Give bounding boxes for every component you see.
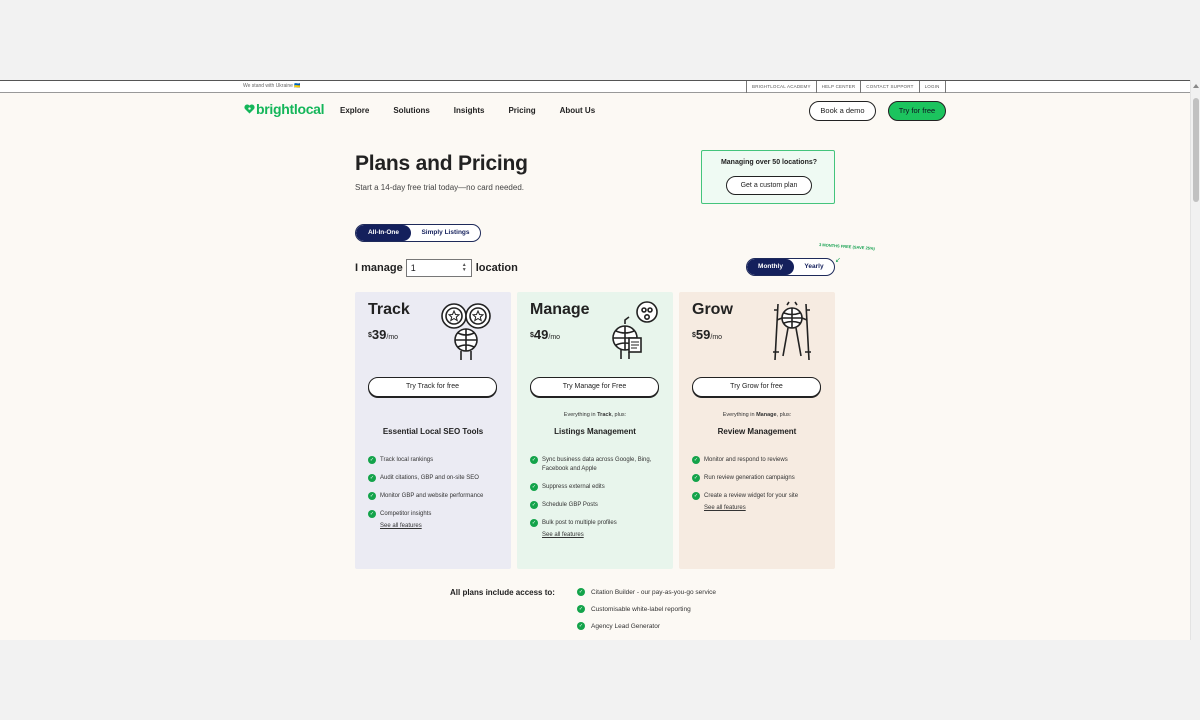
manage-label: I manage xyxy=(355,261,403,274)
feature-list: ✓ Sync business data across Google, Bing,… xyxy=(530,456,665,538)
academy-link[interactable]: BRIGHTLOCAL ACADEMY xyxy=(746,81,816,93)
list-item: ✓ Customisable white-label reporting xyxy=(577,605,691,613)
nav-item-about-us[interactable]: About Us xyxy=(560,106,596,115)
binoculars-character-icon xyxy=(437,300,499,362)
check-icon: ✓ xyxy=(530,456,538,464)
page-title: Plans and Pricing xyxy=(355,152,528,175)
check-icon: ✓ xyxy=(530,501,538,509)
plan-name: Manage xyxy=(530,301,590,318)
plan-heading: Review Management xyxy=(717,427,797,436)
ukraine-banner-text: We stand with Ukraine 🇺🇦 xyxy=(243,83,301,89)
browser-viewport: We stand with Ukraine 🇺🇦 BRIGHTLOCAL ACA… xyxy=(0,80,1200,640)
page-subtitle: Start a 14-day free trial today—no card … xyxy=(355,183,524,192)
book-demo-button[interactable]: Book a demo xyxy=(809,101,876,121)
list-item: ✓ Bulk post to multiple profiles xyxy=(530,519,617,527)
list-item: ✓ Run review generation campaigns xyxy=(692,474,795,482)
plan-card-manage: Manage $49/mo Try Manage for Free Everyt… xyxy=(517,292,673,569)
check-icon: ✓ xyxy=(368,474,376,482)
feature-list: ✓ Monitor and respond to reviews ✓ Run rev… xyxy=(692,456,827,511)
check-icon: ✓ xyxy=(368,492,376,500)
all-plans-list: ✓ Citation Builder - our pay-as-you-go se… xyxy=(577,588,716,639)
plan-includes-note: Everything in Track, plus: xyxy=(563,412,627,418)
page-scrollbar[interactable] xyxy=(1190,80,1200,640)
plan-heading: Essential Local SEO Tools xyxy=(382,427,484,436)
list-item: ✓ Audit citations, GBP and on-site SEO xyxy=(368,474,479,482)
scrollbar-thumb[interactable] xyxy=(1193,98,1199,202)
see-all-features-link[interactable]: See all features xyxy=(368,523,503,529)
check-icon: ✓ xyxy=(692,474,700,482)
list-item: ✓ Sync business data across Google, Bing,… xyxy=(530,456,652,472)
check-icon: ✓ xyxy=(692,492,700,500)
list-item: ✓ Track local rankings xyxy=(368,456,434,464)
plan-card-grow: Grow $59/mo Try Grow for free Everything… xyxy=(679,292,835,569)
help-center-link[interactable]: HELP CENTER xyxy=(815,81,861,93)
see-all-features-link[interactable]: See all features xyxy=(692,505,827,511)
try-manage-button[interactable]: Try Manage for Free xyxy=(530,377,659,397)
stilts-character-icon xyxy=(761,300,823,362)
main-nav: brightlocal Explore Solutions Insights P… xyxy=(0,94,1190,128)
list-item: ✓ Suppress external edits xyxy=(530,483,605,491)
product-toggle: All-In-One Simply Listings xyxy=(355,224,481,242)
contact-support-link[interactable]: CONTACT SUPPORT xyxy=(860,81,918,93)
billing-toggle: Monthly Yearly xyxy=(746,258,835,276)
all-plans-label: All plans include access to: xyxy=(450,588,555,597)
heart-logo-icon xyxy=(244,101,255,117)
try-track-button[interactable]: Try Track for free xyxy=(368,377,497,397)
globe-character-icon xyxy=(599,300,661,362)
nav-item-pricing[interactable]: Pricing xyxy=(508,106,535,115)
stepper-arrows-icon[interactable]: ▲ ▼ xyxy=(462,262,467,273)
list-item: ✓ Monitor and respond to reviews xyxy=(692,456,788,464)
list-item: ✓ Create a review widget for your site xyxy=(692,492,799,500)
check-icon: ✓ xyxy=(692,456,700,464)
toggle-simply-listings[interactable]: Simply Listings xyxy=(411,225,480,241)
list-item: ✓ Citation Builder - our pay-as-you-go se… xyxy=(577,588,716,596)
nav-item-explore[interactable]: Explore xyxy=(340,106,369,115)
promo-arrow-icon: ↙ xyxy=(835,257,841,264)
check-icon: ✓ xyxy=(577,588,585,596)
list-item: ✓ Agency Lead Generator xyxy=(577,622,661,630)
top-utility-bar: We stand with Ukraine 🇺🇦 BRIGHTLOCAL ACA… xyxy=(0,80,1200,93)
check-icon: ✓ xyxy=(577,622,585,630)
location-count-value: 1 xyxy=(410,262,416,273)
location-count-input[interactable]: 1 ▲ ▼ xyxy=(405,258,472,277)
logo-text: brightlocal xyxy=(256,101,325,117)
check-icon: ✓ xyxy=(577,605,585,613)
nav-item-solutions[interactable]: Solutions xyxy=(393,106,429,115)
try-for-free-button[interactable]: Try for free xyxy=(888,101,946,121)
check-icon: ✓ xyxy=(368,456,376,464)
toggle-monthly[interactable]: Monthly xyxy=(747,259,794,275)
try-grow-button[interactable]: Try Grow for free xyxy=(692,377,821,397)
location-count-row: I manage 1 ▲ ▼ location xyxy=(355,258,518,277)
toggle-all-in-one[interactable]: All-In-One xyxy=(356,225,411,241)
custom-plan-button[interactable]: Get a custom plan xyxy=(726,176,812,195)
list-item: ✓ Monitor GBP and website performance xyxy=(368,492,484,500)
plan-name: Track xyxy=(368,301,410,318)
plan-price: $49/mo xyxy=(530,327,561,342)
plan-price: $59/mo xyxy=(692,327,723,342)
list-item: ✓ Competitor insights xyxy=(368,510,432,518)
check-icon: ✓ xyxy=(530,483,538,491)
brand-logo[interactable]: brightlocal xyxy=(244,101,325,117)
check-icon: ✓ xyxy=(530,519,538,527)
toggle-yearly[interactable]: Yearly xyxy=(794,259,834,275)
login-link[interactable]: LOGIN xyxy=(918,81,946,93)
plan-includes-note: Everything in Manage, plus: xyxy=(722,412,792,418)
nav-items: Explore Solutions Insights Pricing About… xyxy=(340,106,619,115)
plan-card-track: Track $39/mo Try Track for free Essentia… xyxy=(355,292,511,569)
custom-plan-box: Managing over 50 locations? Get a custom… xyxy=(701,150,835,204)
utility-links: BRIGHTLOCAL ACADEMY HELP CENTER CONTACT … xyxy=(746,81,946,93)
feature-list: ✓ Track local rankings ✓ Audit citations, … xyxy=(368,456,503,529)
custom-plan-question: Managing over 50 locations? xyxy=(720,159,818,166)
plan-heading: Listings Management xyxy=(554,427,636,436)
promo-annotation: 3 MONTHS FREE (SAVE 25%) xyxy=(818,242,876,251)
plan-name: Grow xyxy=(692,301,733,318)
list-item: ✓ Schedule GBP Posts xyxy=(530,501,598,509)
check-icon: ✓ xyxy=(368,510,376,518)
location-label: location xyxy=(475,261,518,274)
see-all-features-link[interactable]: See all features xyxy=(530,532,665,538)
scroll-up-arrow-icon[interactable] xyxy=(1193,84,1199,88)
plan-price: $39/mo xyxy=(368,327,399,342)
nav-item-insights[interactable]: Insights xyxy=(454,106,485,115)
